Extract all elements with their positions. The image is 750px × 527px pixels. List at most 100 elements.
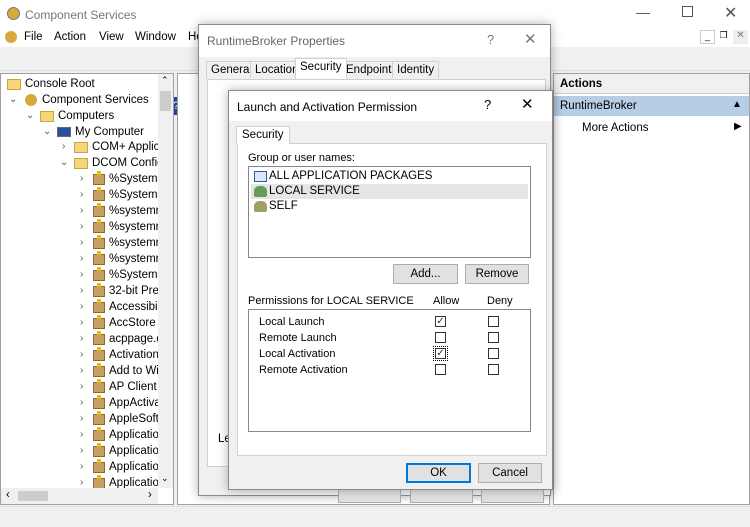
deny-header: Deny: [487, 295, 513, 307]
computer-icon: [57, 127, 71, 137]
chevron-right-icon[interactable]: ›: [80, 411, 83, 427]
cancel-button[interactable]: Cancel: [478, 463, 542, 483]
scroll-right-icon[interactable]: ›: [148, 489, 152, 501]
tab-identity[interactable]: Identity: [392, 61, 440, 78]
chevron-right-icon[interactable]: ›: [80, 443, 83, 459]
package-icon: [93, 235, 105, 249]
package-icon: [93, 395, 105, 409]
user-item-all-application-packages[interactable]: ALL APPLICATION PACKAGES: [251, 169, 528, 184]
chevron-right-icon[interactable]: ›: [80, 283, 83, 299]
permission-row: Remote Activation: [249, 363, 530, 379]
permission-list: Local Launch ✓ Remote Launch Local Activati…: [248, 309, 531, 432]
chevron-right-icon[interactable]: ›: [80, 235, 83, 251]
package-icon: [93, 219, 105, 233]
minimize-button[interactable]: —: [636, 4, 650, 20]
package-icon: [93, 347, 105, 361]
ok-button[interactable]: OK: [406, 463, 471, 483]
properties-title-bar: RuntimeBroker Properties ? ✕: [199, 25, 550, 57]
mmc-icon: [5, 31, 17, 43]
chevron-right-icon[interactable]: ›: [80, 395, 83, 411]
scroll-left-icon[interactable]: ‹: [6, 489, 10, 501]
maximize-button[interactable]: [682, 6, 693, 17]
package-icon: [93, 379, 105, 393]
menu-window[interactable]: Window: [135, 31, 176, 43]
allow-checkbox[interactable]: ✓: [435, 316, 446, 327]
chevron-right-icon[interactable]: ›: [80, 299, 83, 315]
deny-checkbox[interactable]: [488, 348, 499, 359]
close-button[interactable]: ✕: [521, 95, 534, 113]
deny-checkbox[interactable]: [488, 316, 499, 327]
chevron-down-icon[interactable]: ⌄: [43, 124, 51, 140]
scroll-thumb[interactable]: [160, 91, 171, 111]
chevron-down-icon[interactable]: ⌄: [9, 92, 17, 108]
chevron-right-icon[interactable]: ›: [80, 171, 83, 187]
package-icon: [93, 459, 105, 473]
remove-button[interactable]: Remove: [465, 264, 529, 284]
allow-header: Allow: [433, 295, 460, 307]
menu-action[interactable]: Action: [54, 31, 86, 43]
chevron-right-icon[interactable]: ›: [80, 187, 83, 203]
tree-vertical-scrollbar[interactable]: ⌃ ⌄: [158, 74, 173, 488]
menu-view[interactable]: View: [99, 31, 124, 43]
deny-checkbox[interactable]: [488, 332, 499, 343]
users-icon: [254, 201, 267, 212]
close-button[interactable]: ✕: [524, 30, 537, 48]
permission-row: Local Activation ✓: [249, 346, 530, 363]
folder-icon: [7, 79, 21, 90]
folder-icon: [74, 142, 88, 153]
allow-checkbox[interactable]: [435, 364, 446, 375]
close-button[interactable]: ✕: [724, 3, 737, 23]
h-scroll-thumb[interactable]: [18, 491, 48, 501]
child-restore-button[interactable]: ❐: [716, 30, 731, 44]
deny-checkbox[interactable]: [488, 364, 499, 375]
chevron-right-icon[interactable]: ›: [80, 379, 83, 395]
allow-checkbox[interactable]: [435, 332, 446, 343]
status-bar: [0, 506, 750, 527]
help-button[interactable]: ?: [484, 97, 491, 112]
package-icon: [93, 251, 105, 265]
tab-security[interactable]: Security: [236, 126, 290, 144]
tree-horizontal-scrollbar[interactable]: ‹ ›: [1, 488, 158, 504]
permission-row: Remote Launch: [249, 331, 530, 347]
child-minimize-button[interactable]: _: [700, 30, 715, 44]
tree-panel: Console Root ⌄ Component Services ⌄ Comput…: [0, 73, 174, 505]
chevron-right-icon[interactable]: ›: [80, 347, 83, 363]
menu-file[interactable]: File: [24, 31, 43, 43]
chevron-right-icon[interactable]: ›: [80, 427, 83, 443]
chevron-right-icon[interactable]: ›: [80, 315, 83, 331]
permission-dialog: Launch and Activation Permission ? ✕ Sec…: [228, 90, 553, 490]
chevron-right-icon[interactable]: ›: [80, 331, 83, 347]
package-icon: [93, 363, 105, 377]
actions-panel: Actions RuntimeBroker ▲ More Actions ▶: [553, 73, 750, 505]
chevron-right-icon[interactable]: ›: [80, 267, 83, 283]
scroll-down-icon[interactable]: ⌄: [161, 473, 169, 484]
package-icon: [93, 283, 105, 297]
permissions-label: Permissions for LOCAL SERVICE: [248, 295, 414, 307]
action-more-actions[interactable]: More Actions ▶: [554, 118, 749, 138]
allow-checkbox[interactable]: ✓: [433, 346, 448, 361]
add-button[interactable]: Add...: [393, 264, 458, 284]
chevron-right-icon[interactable]: ›: [62, 139, 65, 155]
collapse-icon[interactable]: ▲: [732, 99, 742, 110]
chevron-right-icon[interactable]: ›: [80, 363, 83, 379]
chevron-down-icon[interactable]: ⌄: [60, 155, 68, 171]
folder-icon: [74, 158, 88, 169]
scroll-up-icon[interactable]: ⌃: [161, 75, 169, 86]
window-title: Component Services: [25, 8, 137, 22]
package-icon: [93, 411, 105, 425]
user-item-self[interactable]: SELF: [251, 199, 528, 214]
chevron-right-icon[interactable]: ›: [80, 251, 83, 267]
chevron-down-icon[interactable]: ⌄: [26, 108, 34, 124]
actions-section-runtimebroker[interactable]: RuntimeBroker ▲: [554, 96, 749, 116]
chevron-right-icon[interactable]: ›: [80, 459, 83, 475]
component-services-icon: [25, 94, 37, 106]
chevron-right-icon[interactable]: ›: [80, 203, 83, 219]
help-button[interactable]: ?: [487, 32, 494, 47]
user-item-local-service[interactable]: LOCAL SERVICE: [251, 184, 528, 199]
tab-security[interactable]: Security: [295, 58, 347, 79]
user-list[interactable]: ALL APPLICATION PACKAGES LOCAL SERVICE S…: [248, 166, 531, 258]
chevron-right-icon[interactable]: ›: [80, 219, 83, 235]
package-icon: [93, 443, 105, 457]
child-close-button[interactable]: ✕: [733, 30, 748, 44]
package-icon: [93, 267, 105, 281]
